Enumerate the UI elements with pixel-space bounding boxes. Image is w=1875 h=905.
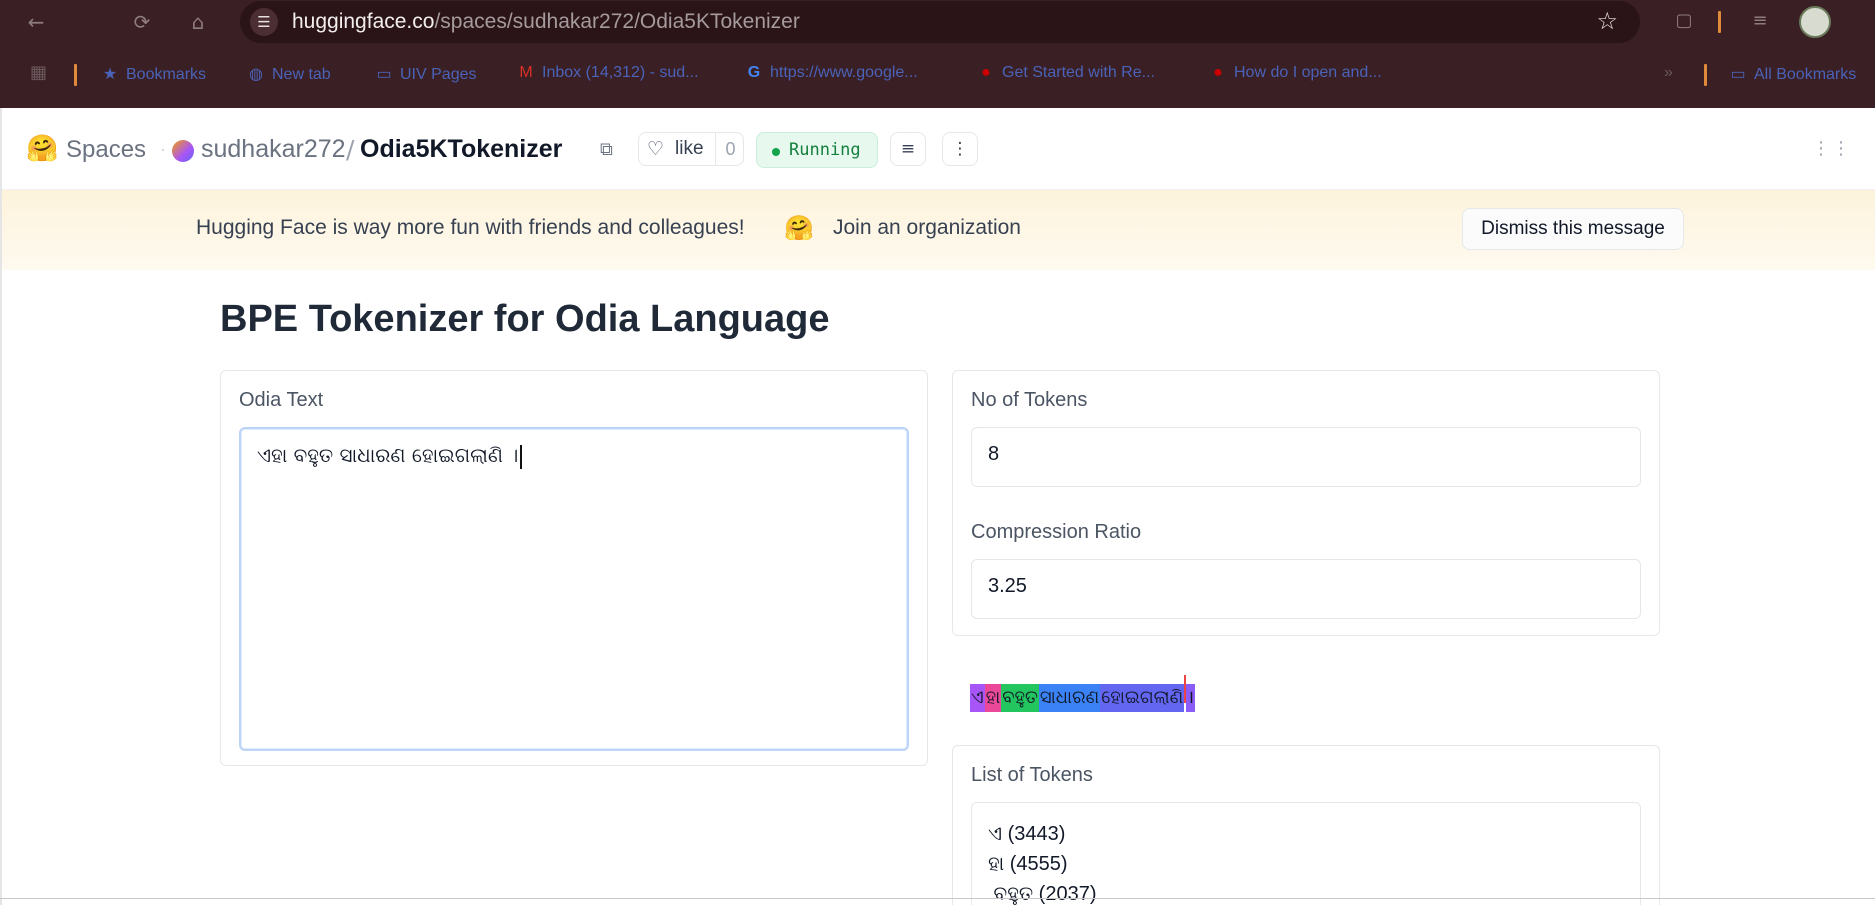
- bookmark-label: All Bookmarks: [1754, 66, 1857, 83]
- token-chip: ହୋଇଗଲାଣି: [1100, 684, 1185, 712]
- hugging-face-logo-icon[interactable]: 🤗: [26, 134, 58, 164]
- bookmark-item[interactable]: ★ Bookmarks: [100, 64, 206, 84]
- token-chip: ଏ: [970, 684, 985, 712]
- owner-link[interactable]: sudhakar272: [201, 135, 346, 164]
- avatar[interactable]: [1799, 6, 1831, 38]
- window-bottom-edge: [0, 898, 1875, 899]
- token-visualization: ଏ ହା ବହୁତ ସାଧାରଣ ହୋଇଗଲାଣି ।: [970, 675, 1196, 712]
- bookmark-item[interactable]: M Inbox (14,312) - sud...: [516, 64, 699, 82]
- token-chip: ସାଧାରଣ: [1038, 684, 1101, 712]
- status-dot-icon: [772, 148, 780, 156]
- site-settings-icon[interactable]: ☰: [250, 8, 278, 36]
- drag-handle-icon[interactable]: ⋮⋮: [1812, 138, 1852, 159]
- folder-icon: ▭: [1730, 66, 1746, 83]
- breadcrumb-separator: /: [346, 135, 355, 164]
- input-panel: Odia Text ଏହା ବହୁତ ସାଧାରଣ ହୋଇଗଲାଣି ।: [220, 370, 928, 766]
- bookmark-label: How do I open and...: [1234, 64, 1382, 81]
- banner-message: Hugging Face is way more fun with friend…: [196, 216, 745, 239]
- text-caret: [520, 444, 523, 469]
- token-chip: ହା: [984, 684, 1002, 712]
- like-button[interactable]: ♡ like 0: [638, 132, 744, 166]
- num-tokens-value: 8: [988, 443, 1000, 465]
- window-edge: [0, 108, 2, 905]
- media-icon[interactable]: ≡: [1748, 9, 1772, 33]
- bookmark-item[interactable]: ▭ UIV Pages: [374, 64, 476, 84]
- heart-icon: ♡: [647, 138, 665, 160]
- google-icon: G: [747, 64, 761, 81]
- bookmark-item[interactable]: ◍ New tab: [246, 64, 331, 84]
- bookmark-label: https://www.google...: [770, 64, 918, 81]
- odia-text-input[interactable]: ଏହା ବହୁତ ସାଧାରଣ ହୋଇଗଲାଣି ।: [239, 427, 909, 751]
- divider-accent: [1718, 11, 1721, 33]
- stats-panel: No of Tokens 8 Compression Ratio 3.25: [952, 370, 1660, 636]
- browser-chrome: ← ⟳ ⌂ ☰ huggingface.co/spaces/sudhakar27…: [0, 0, 1875, 108]
- redhat-icon: ●: [1213, 64, 1223, 81]
- list-item: ଏ (3443): [988, 823, 1066, 845]
- url-host: huggingface.co: [292, 10, 435, 33]
- folder-icon: ▭: [376, 66, 392, 83]
- like-label: like: [675, 138, 704, 159]
- like-count[interactable]: 0: [715, 133, 745, 165]
- more-bookmarks-icon[interactable]: »: [1664, 64, 1673, 82]
- num-tokens-label: No of Tokens: [971, 389, 1088, 411]
- redhat-icon: ●: [981, 64, 991, 81]
- bookmark-label: New tab: [272, 66, 331, 83]
- hugging-emoji-icon: 🤗: [784, 214, 814, 242]
- token-list-field[interactable]: ଏ (3443) ହା (4555) ବହୁତ (2037): [971, 802, 1641, 905]
- divider-accent: [74, 64, 77, 86]
- join-organization-link[interactable]: Join an organization: [833, 216, 1021, 240]
- address-bar[interactable]: ☰ huggingface.co/spaces/sudhakar272/Odia…: [240, 1, 1640, 43]
- input-text: ଏହା ବହୁତ ସାଧାରଣ ହୋଇଗଲାଣି ।: [257, 443, 519, 467]
- gmail-icon: M: [519, 64, 533, 81]
- space-header: 🤗 Spaces · sudhakar272 / Odia5KTokenizer…: [0, 108, 1875, 190]
- compression-ratio-field[interactable]: 3.25: [971, 559, 1641, 619]
- status-text: Running: [789, 140, 861, 160]
- breadcrumb-divider: ·: [160, 140, 166, 161]
- browser-toolbar: ← ⟳ ⌂ ☰ huggingface.co/spaces/sudhakar27…: [0, 0, 1875, 44]
- status-badge[interactable]: Running: [756, 132, 878, 168]
- globe-icon: ◍: [249, 66, 263, 83]
- spaces-link[interactable]: Spaces: [66, 136, 146, 164]
- more-options-button[interactable]: ⋮: [942, 132, 978, 166]
- list-item: ବହୁତ (2037): [988, 883, 1097, 905]
- apps-grid-icon[interactable]: ▦: [30, 62, 47, 83]
- token-list-panel: List of Tokens ଏ (3443) ହା (4555) ବହୁତ (2…: [952, 745, 1660, 905]
- token-list-label: List of Tokens: [971, 764, 1093, 786]
- divider-accent: [1704, 64, 1707, 86]
- url-text[interactable]: huggingface.co/spaces/sudhakar272/Odia5K…: [292, 10, 800, 34]
- bookmark-item[interactable]: ● Get Started with Re...: [976, 64, 1155, 82]
- star-icon: ★: [102, 66, 118, 83]
- input-label: Odia Text: [239, 389, 324, 411]
- bookmark-item[interactable]: ● How do I open and...: [1208, 64, 1382, 82]
- repo-name[interactable]: Odia5KTokenizer: [360, 135, 562, 164]
- num-tokens-field[interactable]: 8: [971, 427, 1641, 487]
- bookmark-label: UIV Pages: [400, 66, 477, 83]
- bookmark-star-icon[interactable]: ☆: [1596, 7, 1618, 35]
- bookmark-item[interactable]: ▭ All Bookmarks: [1728, 64, 1856, 84]
- input-value: ଏହା ବହୁତ ସାଧାରଣ ହୋଇଗଲାଣି ।: [257, 443, 523, 469]
- owner-avatar[interactable]: [172, 140, 194, 162]
- reload-icon[interactable]: ⟳: [128, 8, 156, 36]
- list-item: ହା (4555): [988, 853, 1068, 875]
- compression-ratio-value: 3.25: [988, 575, 1027, 597]
- token-chip: ।: [1186, 684, 1196, 712]
- home-icon[interactable]: ⌂: [184, 8, 212, 36]
- token-list-content: ଏ (3443) ହା (4555) ବହୁତ (2037): [988, 819, 1097, 905]
- bookmark-label: Get Started with Re...: [1002, 64, 1155, 81]
- token-chip: ବହୁତ: [1001, 684, 1039, 712]
- page-title: BPE Tokenizer for Odia Language: [220, 298, 830, 340]
- bookmarks-bar: ▦ ★ Bookmarks ◍ New tab ▭ UIV Pages M Inbox …: [0, 58, 1875, 92]
- bookmark-item[interactable]: Ghttps://www.google...: [744, 64, 918, 82]
- copy-icon[interactable]: ⧉: [600, 139, 620, 160]
- back-icon[interactable]: ←: [22, 8, 50, 36]
- dismiss-button[interactable]: Dismiss this message: [1462, 208, 1684, 250]
- bookmark-label: Inbox (14,312) - sud...: [542, 64, 699, 81]
- compression-ratio-label: Compression Ratio: [971, 521, 1142, 543]
- bookmark-label: Bookmarks: [126, 66, 207, 83]
- logs-button[interactable]: ≡: [890, 132, 926, 166]
- org-banner: Hugging Face is way more fun with friend…: [0, 190, 1875, 270]
- extension-icon[interactable]: ▢: [1672, 9, 1696, 33]
- url-path: /spaces/sudhakar272/Odia5KTokenizer: [434, 10, 800, 33]
